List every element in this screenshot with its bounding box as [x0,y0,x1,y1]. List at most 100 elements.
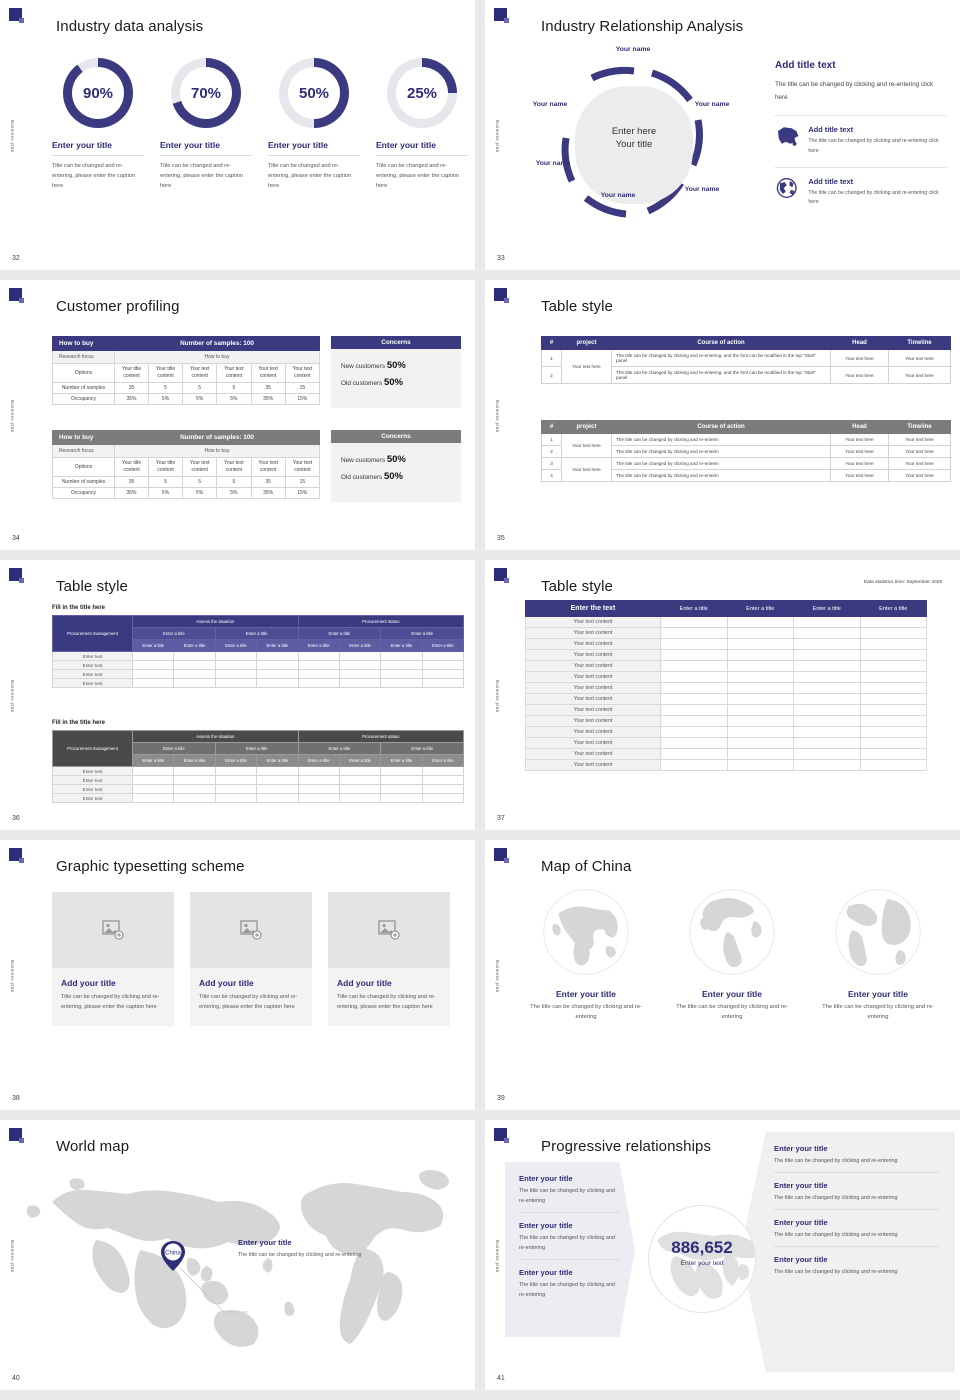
cell[interactable] [421,669,465,679]
cell[interactable] [726,627,794,639]
cell[interactable] [859,649,927,661]
cell[interactable] [726,660,794,672]
cell[interactable] [726,693,794,705]
cell[interactable] [660,715,728,727]
cell[interactable] [421,766,465,776]
cell[interactable] [297,784,340,794]
cell[interactable] [793,671,861,683]
cell[interactable] [380,766,423,776]
cell[interactable] [380,775,423,785]
cell[interactable] [726,704,794,716]
cell[interactable] [859,715,927,727]
cell[interactable] [660,693,728,705]
cell[interactable] [726,715,794,727]
card-image[interactable] [190,892,312,968]
cell[interactable] [173,766,216,776]
cell[interactable] [256,766,299,776]
cell[interactable] [297,793,340,803]
right-item[interactable]: Add title text The title can be changed … [775,166,947,207]
slide-41[interactable]: Business plan 41 Progressive relationshi… [480,1120,960,1400]
cell[interactable] [660,660,728,672]
cell[interactable] [256,793,299,803]
cell[interactable] [173,660,216,670]
cell[interactable] [173,793,216,803]
cell[interactable] [793,726,861,738]
cell[interactable] [726,726,794,738]
cell[interactable] [297,678,340,688]
cell[interactable] [660,726,728,738]
cell[interactable] [173,669,216,679]
entry[interactable]: Enter your title The title can be change… [774,1144,939,1173]
cell[interactable] [338,793,382,803]
procurement-block-1[interactable]: Fill in the title here Procurement manag… [52,605,465,688]
cell[interactable] [793,627,861,639]
cell[interactable] [793,682,861,694]
cell[interactable] [859,638,927,650]
cell[interactable] [131,766,175,776]
cell[interactable] [859,627,927,639]
cell[interactable] [859,693,927,705]
action-table-top[interactable]: # project Course of action Head Timeline… [541,336,951,384]
cell[interactable] [131,651,175,661]
globe-item[interactable]: Enter your title The title can be change… [667,886,797,1023]
procurement-block-2[interactable]: Fill in the title here Procurement manag… [52,720,465,803]
cell[interactable] [421,651,465,661]
concerns-box-1[interactable]: Concerns New customers 50% Old customers… [331,336,461,408]
cell[interactable] [726,759,794,771]
cell[interactable] [131,669,175,679]
cell[interactable] [297,775,340,785]
cell[interactable] [421,678,465,688]
world-map[interactable]: China [10,1162,470,1362]
entry[interactable]: Enter your title The title can be change… [774,1255,939,1283]
cell[interactable] [338,651,382,661]
cell[interactable] [421,660,465,670]
cell[interactable] [726,616,794,628]
cell[interactable] [859,759,927,771]
cell[interactable] [214,784,258,794]
slide-38[interactable]: Business plan 38 Graphic typesetting sch… [0,840,480,1120]
card[interactable]: Add your title Title can be changed by c… [52,892,174,1027]
right-item[interactable]: Add title text The title can be changed … [775,115,947,155]
cell[interactable] [660,649,728,661]
cell[interactable] [214,766,258,776]
entry[interactable]: Enter your title The title can be change… [519,1221,621,1260]
cell[interactable] [859,616,927,628]
cell[interactable] [338,775,382,785]
cell[interactable] [793,748,861,760]
donut-item[interactable]: 50% Enter your title Title can be change… [268,58,360,191]
cell[interactable] [660,627,728,639]
cell[interactable] [380,784,423,794]
cell[interactable] [173,678,216,688]
cell[interactable] [726,737,794,749]
cell[interactable] [256,660,299,670]
cell[interactable] [338,669,382,679]
cell[interactable] [660,671,728,683]
cell[interactable] [793,649,861,661]
cell[interactable] [793,616,861,628]
cell[interactable] [726,649,794,661]
cell[interactable] [380,793,423,803]
cell[interactable] [793,693,861,705]
cell[interactable] [380,651,423,661]
cell[interactable] [793,737,861,749]
donut-item[interactable]: 25% Enter your title Title can be change… [376,58,468,191]
cell[interactable] [131,793,175,803]
card-image[interactable] [52,892,174,968]
cell[interactable] [131,678,175,688]
cell[interactable] [256,784,299,794]
cell[interactable] [131,660,175,670]
cell[interactable] [297,766,340,776]
cell[interactable] [256,651,299,661]
cell[interactable] [131,775,175,785]
profiling-table-1[interactable]: How to buy Number of samples: 100 Resear… [52,336,321,405]
cell[interactable] [726,671,794,683]
slide-37[interactable]: Business plan 37 Table style Data statis… [480,560,960,840]
action-table-bottom[interactable]: # project Course of action Head Timeline… [541,420,951,482]
card-image[interactable] [328,892,450,968]
slide-33[interactable]: Business plan 33 Industry Relationship A… [480,0,960,280]
cell[interactable] [256,678,299,688]
cell[interactable] [173,651,216,661]
cell[interactable] [793,638,861,650]
cell[interactable] [338,678,382,688]
cell[interactable] [660,737,728,749]
